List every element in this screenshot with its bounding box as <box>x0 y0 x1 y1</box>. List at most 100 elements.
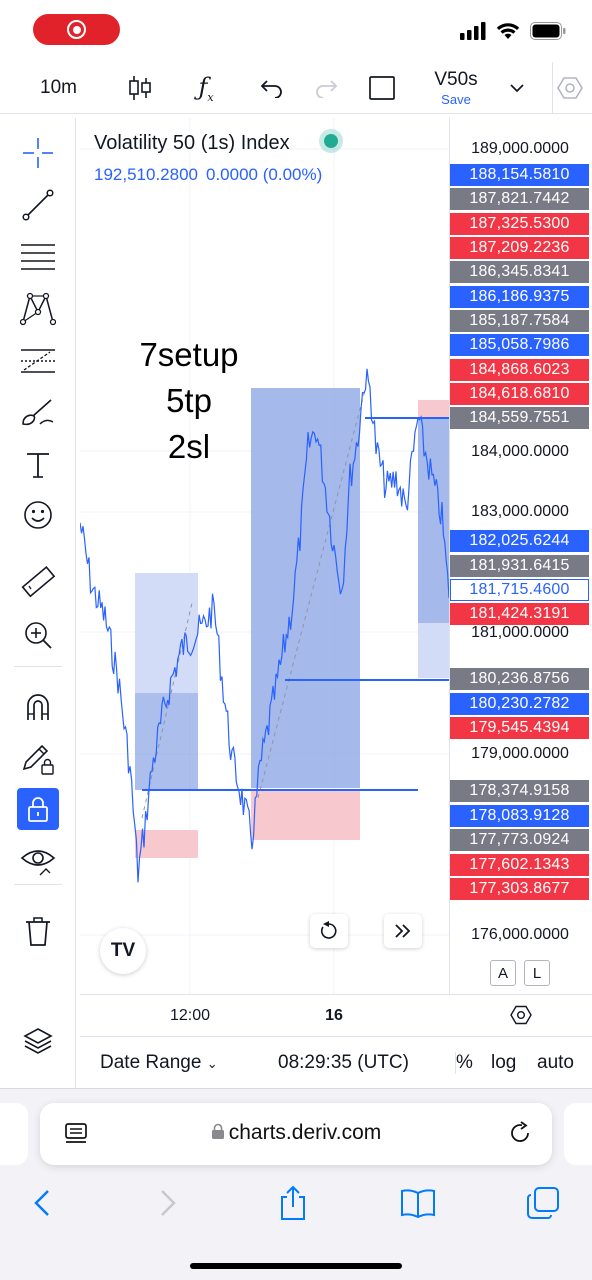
address-bar[interactable]: charts.deriv.com <box>40 1103 552 1165</box>
price-level-label[interactable]: 184,868.6023 <box>450 359 589 381</box>
magnet-tool[interactable] <box>17 686 59 728</box>
price-level-label[interactable]: 187,821.7442 <box>450 188 589 210</box>
long-position-2[interactable] <box>251 388 366 840</box>
target-zone <box>418 418 449 623</box>
price-axis[interactable]: 189,000.0000 184,000.0000 183,000.0000 181,… <box>449 118 592 994</box>
price-level-label[interactable]: 182,025.6244 <box>450 530 589 552</box>
layout-menu-button[interactable] <box>506 62 528 114</box>
price-chart[interactable] <box>80 118 449 994</box>
save-button[interactable]: Save <box>428 92 484 107</box>
settings-button[interactable] <box>552 62 586 114</box>
date-range-button[interactable]: Date Range ⌄ <box>100 1052 218 1074</box>
market-status-dot <box>324 134 339 148</box>
time-axis[interactable]: 12:00 16 <box>80 994 592 1036</box>
price-level-label[interactable]: 187,325.5300 <box>450 213 589 235</box>
price-level-label[interactable]: 181,424.3191 <box>450 603 589 625</box>
log-scale-button[interactable]: log <box>491 1052 516 1074</box>
price-level-label[interactable]: 177,773.0924 <box>450 829 589 851</box>
date-range-label: Date Range <box>100 1052 202 1073</box>
cellular-signal-icon <box>460 22 486 40</box>
annotation-line: 2sl <box>167 428 211 465</box>
scroll-to-realtime-button[interactable] <box>384 914 422 948</box>
zoom-in-tool[interactable] <box>17 614 59 656</box>
price-level-label[interactable]: 186,186.9375 <box>450 286 589 308</box>
tradingview-logo[interactable]: TV <box>100 928 146 974</box>
object-tree-tool[interactable] <box>17 1020 59 1062</box>
chart-type-button[interactable] <box>126 62 154 114</box>
price-level-label[interactable]: 186,345.8341 <box>450 261 589 283</box>
price-level-label[interactable]: 184,618.6810 <box>450 383 589 405</box>
chevron-right-icon <box>161 1190 176 1216</box>
price-level-label[interactable]: 178,083.9128 <box>450 805 589 827</box>
price-level-label[interactable]: 178,374.9158 <box>450 780 589 802</box>
price-level-label[interactable]: 179,545.4394 <box>450 717 589 739</box>
pattern-tool[interactable] <box>17 288 59 330</box>
emoji-tool[interactable] <box>17 494 59 536</box>
zoom-in-icon <box>25 622 52 649</box>
status-bar <box>0 0 592 62</box>
browser-chrome: charts.deriv.com <box>0 1088 592 1280</box>
symbol-title[interactable]: Volatility 50 (1s) Index <box>94 132 290 154</box>
redo-icon <box>316 80 338 98</box>
measure-tool[interactable] <box>17 562 59 604</box>
next-tab-card[interactable] <box>564 1103 592 1165</box>
previous-tab-card[interactable] <box>0 1103 28 1165</box>
hide-drawings-tool[interactable] <box>17 840 59 882</box>
price-change: 0.0000 <box>206 165 258 184</box>
price-level-label[interactable]: 180,236.8756 <box>450 668 589 690</box>
forecasting-tool[interactable] <box>17 340 59 382</box>
share-button[interactable] <box>271 1181 315 1225</box>
price-level-label[interactable]: 185,058.7986 <box>450 334 589 356</box>
price-level-label[interactable]: 187,209.2236 <box>450 237 589 259</box>
axis-settings-button[interactable] <box>510 1005 532 1030</box>
reset-chart-button[interactable] <box>310 914 348 948</box>
long-position-1[interactable] <box>135 573 198 858</box>
screen-recording-indicator[interactable] <box>33 14 120 45</box>
price-level-label[interactable]: 184,559.7551 <box>450 407 589 429</box>
fullscreen-button[interactable] <box>368 62 396 114</box>
brush-tool[interactable] <box>17 392 59 434</box>
timezone-clock[interactable]: 08:29:35 (UTC) <box>278 1052 409 1074</box>
bookmarks-button[interactable] <box>396 1181 440 1225</box>
redo-button[interactable] <box>312 62 340 114</box>
trend-line-tool[interactable] <box>17 184 59 226</box>
back-button[interactable] <box>20 1181 64 1225</box>
auto-scale-toggle[interactable]: auto <box>537 1052 574 1074</box>
forward-button[interactable] <box>146 1181 190 1225</box>
layout-name-button[interactable]: V50s Save <box>428 69 484 107</box>
price-change-percent: (0.00%) <box>262 165 323 184</box>
padlock-icon <box>211 1123 224 1139</box>
crosshair-tool[interactable] <box>17 132 59 174</box>
candlestick-icon <box>129 76 151 100</box>
text-annotation[interactable]: 7setup 5tp 2sl <box>124 332 254 470</box>
brush-icon <box>22 399 54 426</box>
stay-in-drawing-mode-tool[interactable] <box>17 738 59 780</box>
auto-scale-button[interactable]: A <box>490 960 516 986</box>
price-level-label[interactable]: 181,931.6415 <box>450 555 589 577</box>
panel-divider <box>14 884 62 885</box>
chevron-down-icon <box>510 83 524 92</box>
fib-retracement-tool[interactable] <box>17 236 59 278</box>
indicators-button[interactable]: ƒx <box>192 62 220 114</box>
lock-scale-button[interactable]: L <box>524 960 550 986</box>
pencil-lock-icon <box>22 744 54 775</box>
price-level-label[interactable]: 180,230.2782 <box>450 693 589 715</box>
price-level-label[interactable]: 185,187.7584 <box>450 310 589 332</box>
price-level-label[interactable]: 177,602.1343 <box>450 854 589 876</box>
price-level-label[interactable]: 188,154.5810 <box>450 164 589 186</box>
tabs-button[interactable] <box>521 1181 565 1225</box>
lock-drawings-tool[interactable] <box>17 788 59 830</box>
stop-zone <box>418 400 449 418</box>
drawing-tools-panel: ‹ <box>0 118 78 1125</box>
interval-button[interactable]: 10m <box>40 62 77 114</box>
undo-button[interactable] <box>258 62 286 114</box>
text-tool[interactable] <box>17 444 59 486</box>
price-level-label[interactable]: 177,303.8677 <box>450 878 589 900</box>
wifi-icon <box>496 23 520 39</box>
current-price-label[interactable]: 181,715.4600 <box>450 579 589 601</box>
remove-drawings-tool[interactable] <box>17 910 59 952</box>
percent-scale-button[interactable]: % <box>455 1052 473 1074</box>
reload-button[interactable] <box>508 1121 532 1150</box>
url-text: charts.deriv.com <box>228 1121 382 1144</box>
url-display[interactable]: charts.deriv.com <box>40 1121 552 1145</box>
